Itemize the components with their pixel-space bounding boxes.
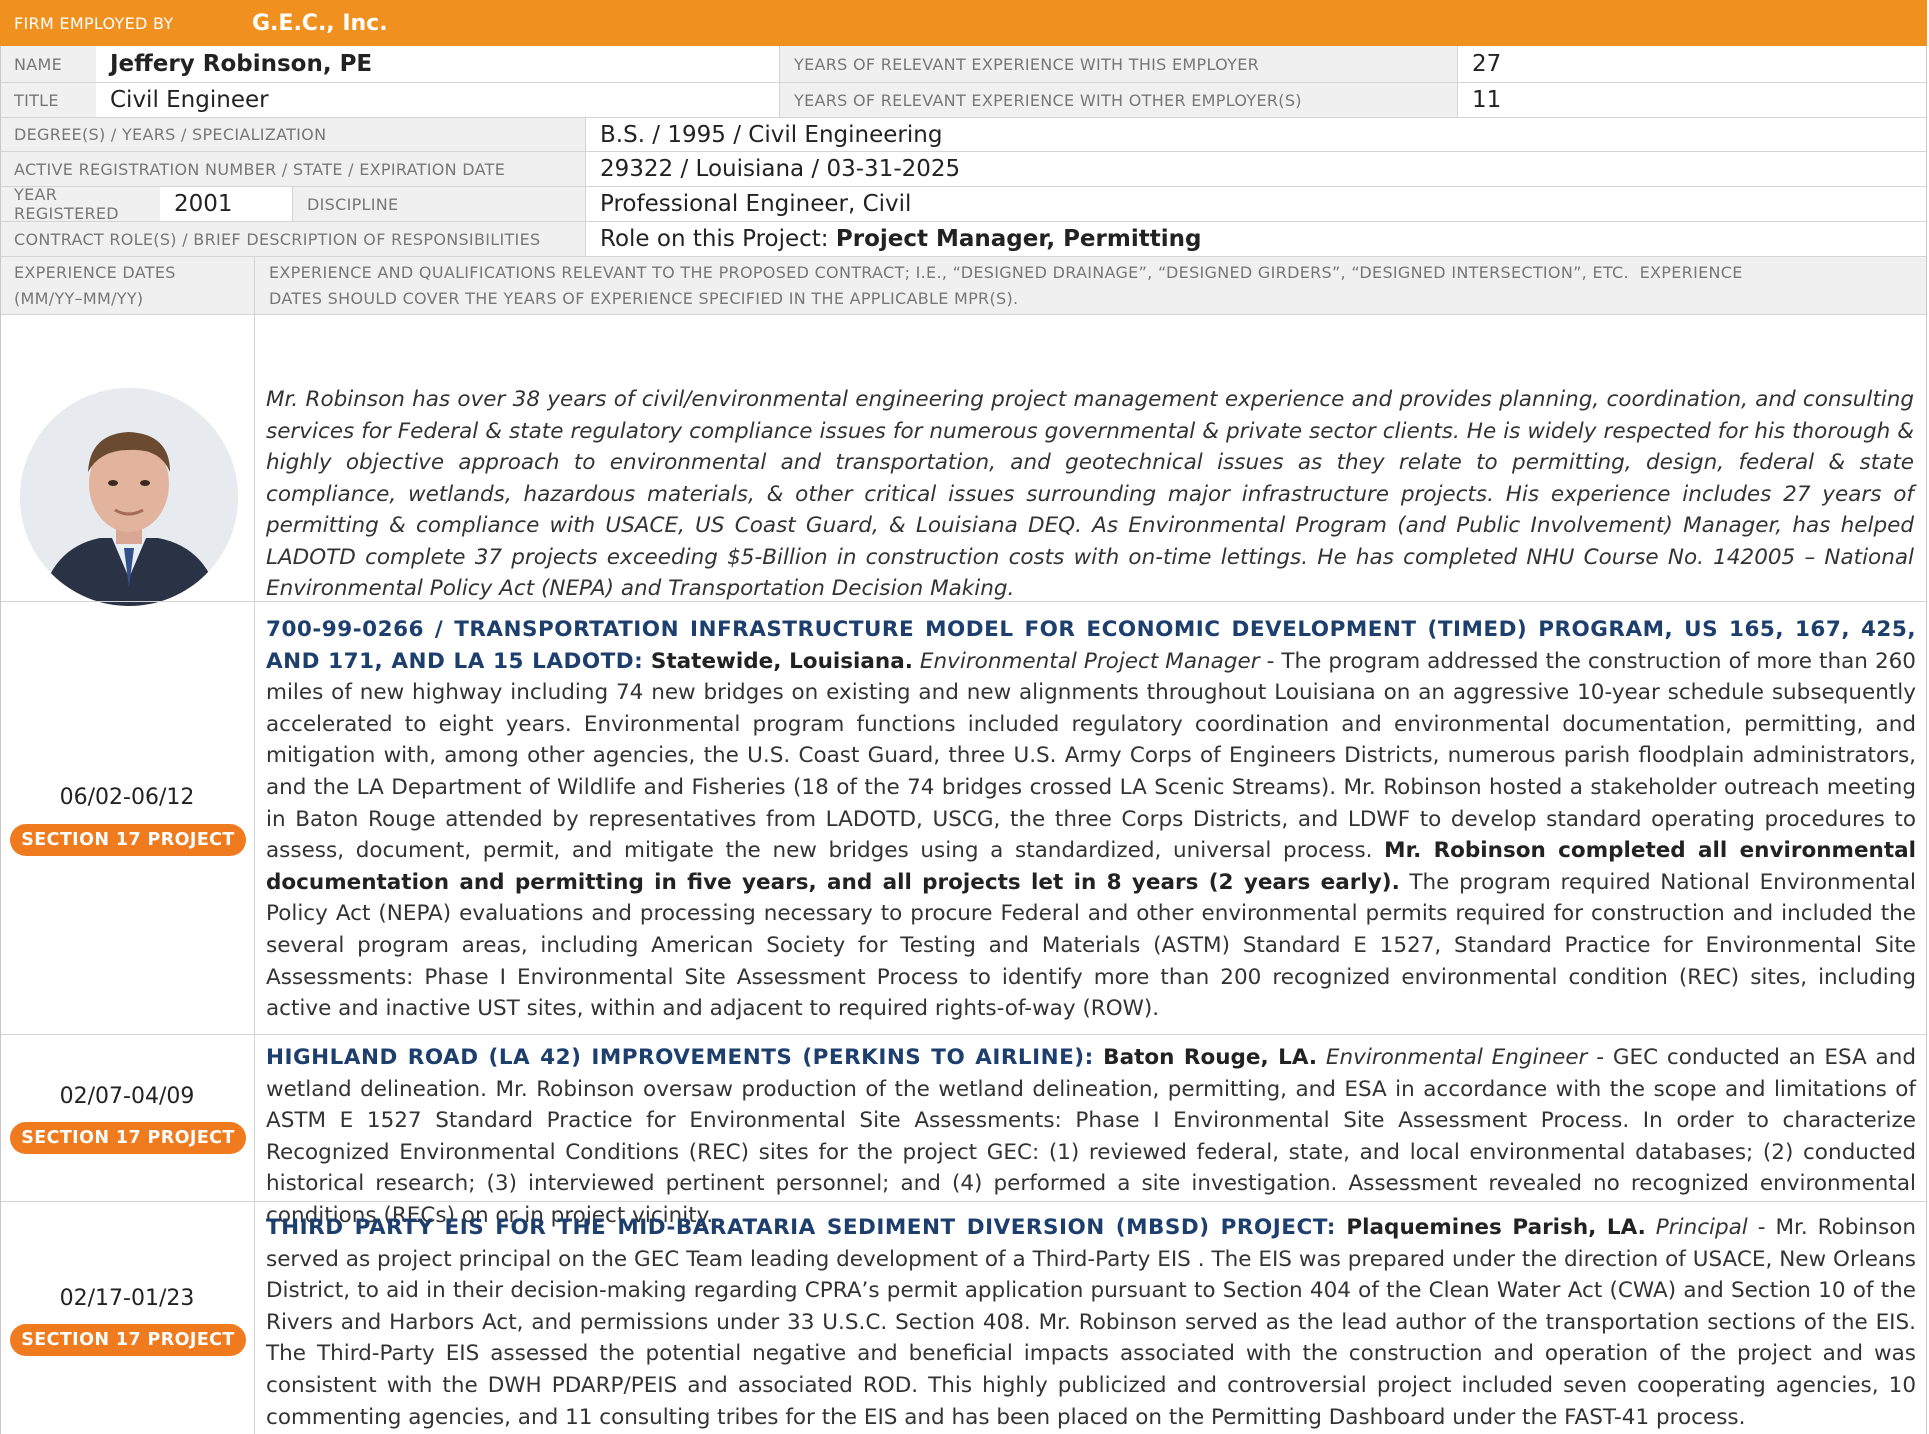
firm-label: FIRM EMPLOYED BY — [14, 13, 174, 33]
project-1-desc-1: - The program addressed the construction… — [266, 648, 1916, 864]
degree-value: B.S. / 1995 / Civil Engineering — [600, 121, 943, 148]
project-3-dates: 02/17-01/23 — [59, 1286, 195, 1311]
discipline-label: DISCIPLINE — [307, 194, 399, 214]
project-2-dates: 02/07-04/09 — [59, 1084, 195, 1109]
divider — [0, 601, 1927, 602]
contract-role-label: CONTRACT ROLE(S) / BRIEF DESCRIPTION OF … — [14, 229, 541, 249]
title-label: TITLE — [14, 90, 59, 110]
person-name: Jeffery Robinson, PE — [110, 51, 373, 77]
discipline-value: Professional Engineer, Civil — [600, 191, 912, 217]
divider — [0, 1034, 1927, 1035]
project-2-title: HIGHLAND ROAD (LA 42) IMPROVEMENTS (PERK… — [266, 1045, 1094, 1070]
firm-bar: FIRM EMPLOYED BY G.E.C., Inc. — [0, 0, 1927, 46]
registration-row: ACTIVE REGISTRATION NUMBER / STATE / EXP… — [0, 152, 1927, 187]
project-2-role: Environmental Engineer — [1317, 1045, 1588, 1070]
name-label: NAME — [14, 54, 63, 74]
firm-name: G.E.C., Inc. — [252, 10, 388, 36]
project-3-location: Plaquemines Parish, LA. — [1335, 1215, 1646, 1240]
project-2-description: HIGHLAND ROAD (LA 42) IMPROVEMENTS (PERK… — [266, 1042, 1916, 1232]
registration-value: 29322 / Louisiana / 03-31-2025 — [600, 156, 961, 182]
project-1-location: Statewide, Louisiana. — [643, 648, 913, 674]
contract-role-row: CONTRACT ROLE(S) / BRIEF DESCRIPTION OF … — [0, 222, 1927, 257]
project-1-dates: 06/02-06/12 — [59, 785, 195, 810]
column-divider — [254, 315, 255, 1434]
project-1-description: 700-99-0266 / TRANSPORTATION INFRASTRUCT… — [266, 614, 1916, 1025]
exp-qual-label-2: DATES SHOULD COVER THE YEARS OF EXPERIEN… — [269, 289, 1019, 308]
registration-label: ACTIVE REGISTRATION NUMBER / STATE / EXP… — [14, 159, 506, 179]
role-prefix: Role on this Project: — [600, 226, 836, 252]
project-3-title: THIRD PARTY EIS FOR THE MID-BARATARIA SE… — [266, 1215, 1336, 1240]
years-other-value: 11 — [1472, 87, 1502, 113]
project-1-section17-badge: SECTION 17 PROJECT — [10, 824, 246, 856]
year-registered-value: 2001 — [174, 191, 233, 217]
title-row: TITLE Civil Engineer YEARS OF RELEVANT E… — [0, 83, 1927, 118]
project-3-desc-1: - Mr. Robinson served as project princip… — [266, 1215, 1917, 1430]
project-1-role: Environmental Project Manager — [912, 648, 1260, 674]
bio-text: Mr. Robinson has over 38 years of civil/… — [266, 387, 1914, 601]
years-employer-label: YEARS OF RELEVANT EXPERIENCE WITH THIS E… — [794, 54, 1260, 74]
experience-header: EXPERIENCE DATES (MM/YY–MM/YY) EXPERIENC… — [0, 257, 1927, 315]
role-value: Project Manager, Permitting — [835, 226, 1202, 252]
exp-dates-label-1: EXPERIENCE DATES — [14, 263, 176, 282]
years-other-label: YEARS OF RELEVANT EXPERIENCE WITH OTHER … — [794, 90, 1302, 110]
exp-dates-label-2: (MM/YY–MM/YY) — [14, 289, 144, 308]
year-registered-label: YEAR REGISTERED — [14, 185, 119, 223]
exp-qual-label-1: EXPERIENCE AND QUALIFICATIONS RELEVANT T… — [269, 263, 1743, 282]
name-row: NAME Jeffery Robinson, PE YEARS OF RELEV… — [0, 46, 1927, 83]
person-title: Civil Engineer — [110, 87, 269, 113]
project-3-description: THIRD PARTY EIS FOR THE MID-BARATARIA SE… — [266, 1212, 1916, 1433]
years-employer-value: 27 — [1472, 51, 1502, 77]
person-portrait-icon — [20, 388, 238, 606]
person-portrait — [20, 388, 238, 606]
project-2-location: Baton Rouge, LA. — [1093, 1045, 1318, 1070]
year-registered-row: YEAR REGISTERED 2001 DISCIPLINE Professi… — [0, 185, 1927, 223]
divider — [0, 1201, 1927, 1202]
project-2-section17-badge: SECTION 17 PROJECT — [10, 1122, 246, 1154]
degree-label: DEGREE(S) / YEARS / SPECIALIZATION — [14, 125, 327, 144]
project-3-section17-badge: SECTION 17 PROJECT — [10, 1324, 246, 1356]
degree-row: DEGREE(S) / YEARS / SPECIALIZATION B.S. … — [0, 118, 1927, 152]
project-3-role: Principal — [1645, 1215, 1748, 1240]
